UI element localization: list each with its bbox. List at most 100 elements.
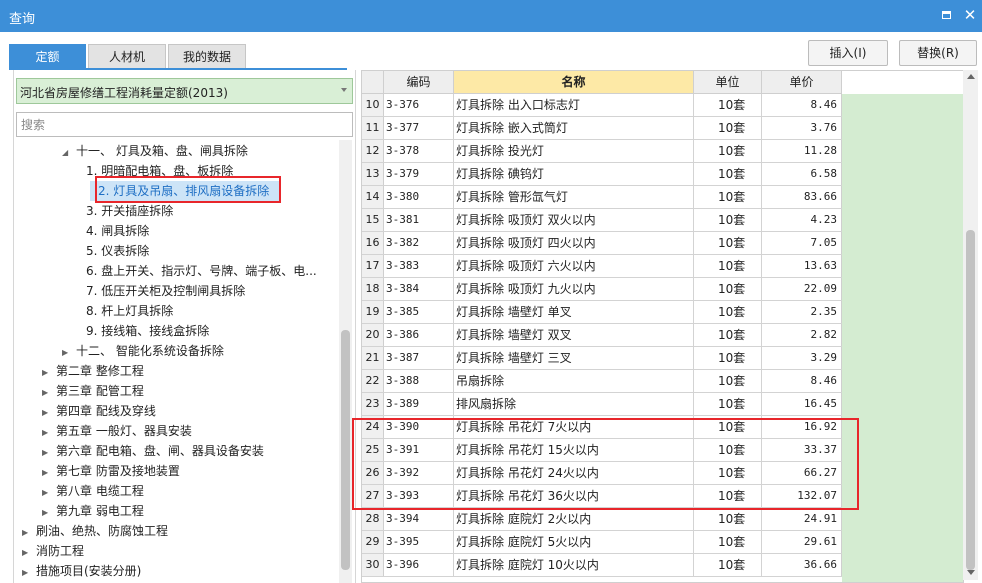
table-row[interactable]: 16 3-382 灯具拆除 吸顶灯 四火以内 10套 7.05 [362, 232, 842, 255]
replace-button[interactable]: 替换(R) [899, 40, 977, 66]
table-row[interactable]: 19 3-385 灯具拆除 墙壁灯 单叉 10套 2.35 [362, 301, 842, 324]
tree-node[interactable]: ▶ 刷油、绝热、防腐蚀工程 [22, 521, 168, 541]
cell-unit: 10套 [694, 324, 762, 346]
table-row[interactable]: 13 3-379 灯具拆除 碘钨灯 10套 6.58 [362, 163, 842, 186]
tab-labor-material-machine[interactable]: 人材机 [88, 44, 166, 69]
cell-unit: 10套 [694, 554, 762, 576]
table-row[interactable]: 17 3-383 灯具拆除 吸顶灯 六火以内 10套 13.63 [362, 255, 842, 278]
tree-scrollbar-thumb[interactable] [341, 330, 350, 570]
cell-name: 灯具拆除 墙壁灯 单叉 [454, 301, 694, 323]
cell-code: 3-396 [384, 554, 454, 576]
cell-code: 3-387 [384, 347, 454, 369]
collapsed-arrow-icon[interactable]: ▶ [42, 423, 56, 443]
quota-book-select[interactable]: 河北省房屋修缮工程消耗量定额(2013) [16, 78, 353, 104]
table-row[interactable]: 22 3-388 吊扇拆除 10套 8.46 [362, 370, 842, 393]
tree-node[interactable]: 8. 杆上灯具拆除 [86, 301, 173, 321]
cell-name: 排风扇拆除 [454, 393, 694, 415]
table-row[interactable]: 28 3-394 灯具拆除 庭院灯 2火以内 10套 24.91 [362, 508, 842, 531]
table-row[interactable]: 10 3-376 灯具拆除 出入口标志灯 10套 8.46 [362, 94, 842, 117]
cell-price: 36.66 [762, 554, 842, 576]
collapsed-arrow-icon[interactable]: ▶ [22, 523, 36, 543]
cell-name: 灯具拆除 庭院灯 10火以内 [454, 554, 694, 576]
tree-node[interactable]: 7. 低压开关柜及控制闸具拆除 [86, 281, 245, 301]
collapsed-arrow-icon[interactable]: ▶ [42, 503, 56, 523]
grid-scrollbar-thumb[interactable] [966, 230, 975, 570]
table-row[interactable]: 27 3-393 灯具拆除 吊花灯 36火以内 10套 132.07 [362, 485, 842, 508]
tree-node[interactable]: ▶ 第二章 整修工程 [42, 361, 144, 381]
collapsed-arrow-icon[interactable]: ▶ [42, 483, 56, 503]
collapsed-arrow-icon[interactable]: ▶ [22, 563, 36, 583]
tree-node[interactable]: ▶ 第八章 电缆工程 [42, 481, 144, 501]
row-index: 30 [362, 554, 384, 576]
tree-node[interactable]: 6. 盘上开关、指示灯、号牌、端子板、电... [86, 261, 317, 281]
tree-node-label: 第四章 配线及穿线 [56, 404, 156, 418]
tree-node-label: 第七章 防雷及接地装置 [56, 464, 180, 478]
table-row[interactable]: 30 3-396 灯具拆除 庭院灯 10火以内 10套 36.66 [362, 554, 842, 577]
table-row[interactable]: 14 3-380 灯具拆除 管形氙气灯 10套 83.66 [362, 186, 842, 209]
collapsed-arrow-icon[interactable]: ▶ [42, 383, 56, 403]
tab-my-data[interactable]: 我的数据 [168, 44, 246, 69]
table-row[interactable]: 15 3-381 灯具拆除 吸顶灯 双火以内 10套 4.23 [362, 209, 842, 232]
tree-node[interactable]: 2. 灯具及吊扇、排风扇设备拆除 [90, 181, 280, 201]
tree-node[interactable]: ▶ 消防工程 [22, 541, 84, 561]
cell-unit: 10套 [694, 439, 762, 461]
cell-code: 3-388 [384, 370, 454, 392]
collapsed-arrow-icon[interactable]: ▶ [42, 363, 56, 383]
expanded-arrow-icon[interactable]: ◢ [62, 143, 76, 163]
tree-node[interactable]: 9. 接线箱、接线盒拆除 [86, 321, 209, 341]
tree-node[interactable]: ◢ 十一、 灯具及箱、盘、闸具拆除 [62, 141, 248, 161]
tree-node-label: 第八章 电缆工程 [56, 484, 144, 498]
collapsed-arrow-icon[interactable]: ▶ [42, 403, 56, 423]
search-input[interactable] [16, 112, 353, 137]
scroll-down-icon[interactable] [967, 570, 975, 575]
tree-node[interactable]: ▶ 措施项目(安装分册) [22, 561, 141, 581]
collapsed-arrow-icon[interactable]: ▶ [22, 543, 36, 563]
header-unit[interactable]: 单位 [694, 71, 762, 94]
tree-node[interactable]: ▶ 第七章 防雷及接地装置 [42, 461, 180, 481]
tree-node[interactable]: ▶ 第九章 弱电工程 [42, 501, 144, 521]
tab-quota[interactable]: 定额 [9, 44, 86, 69]
table-row[interactable]: 25 3-391 灯具拆除 吊花灯 15火以内 10套 33.37 [362, 439, 842, 462]
collapsed-arrow-icon[interactable]: ▶ [42, 463, 56, 483]
row-index: 26 [362, 462, 384, 484]
tree-node[interactable]: ▶ 第四章 配线及穿线 [42, 401, 156, 421]
tree-node-label: 第五章 一般灯、器具安装 [56, 424, 192, 438]
cell-name: 灯具拆除 庭院灯 2火以内 [454, 508, 694, 530]
tree-node-label: 4. 闸具拆除 [86, 224, 150, 238]
tree-node[interactable]: ▶ 第五章 一般灯、器具安装 [42, 421, 192, 441]
table-row[interactable]: 23 3-389 排风扇拆除 10套 16.45 [362, 393, 842, 416]
tree-node[interactable]: ▶ 第六章 配电箱、盘、闸、器具设备安装 [42, 441, 264, 461]
row-index: 18 [362, 278, 384, 300]
header-name[interactable]: 名称 [454, 71, 694, 94]
table-row[interactable]: 11 3-377 灯具拆除 嵌入式筒灯 10套 3.76 [362, 117, 842, 140]
collapsed-arrow-icon[interactable]: ▶ [62, 343, 76, 363]
tree-node[interactable]: ▶ 十二、 智能化系统设备拆除 [62, 341, 224, 361]
table-row[interactable]: 20 3-386 灯具拆除 墙壁灯 双叉 10套 2.82 [362, 324, 842, 347]
table-row[interactable]: 12 3-378 灯具拆除 投光灯 10套 11.28 [362, 140, 842, 163]
collapsed-arrow-icon[interactable]: ▶ [42, 443, 56, 463]
table-row[interactable]: 24 3-390 灯具拆除 吊花灯 7火以内 10套 16.92 [362, 416, 842, 439]
table-row[interactable]: 29 3-395 灯具拆除 庭院灯 5火以内 10套 29.61 [362, 531, 842, 554]
cell-code: 3-381 [384, 209, 454, 231]
cell-price: 29.61 [762, 531, 842, 553]
grid-scrollbar[interactable] [963, 70, 978, 580]
tree-node[interactable]: 3. 开关插座拆除 [86, 201, 173, 221]
header-code[interactable]: 编码 [384, 71, 454, 94]
table-row[interactable]: 26 3-392 灯具拆除 吊花灯 24火以内 10套 66.27 [362, 462, 842, 485]
table-row[interactable]: 18 3-384 灯具拆除 吸顶灯 九火以内 10套 22.09 [362, 278, 842, 301]
close-icon[interactable]: ✕ [962, 7, 978, 23]
cell-price: 7.05 [762, 232, 842, 254]
tree-node[interactable]: 1. 明暗配电箱、盘、板拆除 [86, 161, 233, 181]
scroll-up-icon[interactable] [967, 74, 975, 79]
table-row[interactable]: 21 3-387 灯具拆除 墙壁灯 三叉 10套 3.29 [362, 347, 842, 370]
row-index: 14 [362, 186, 384, 208]
tree-node[interactable]: 5. 仪表拆除 [86, 241, 149, 261]
tree-node[interactable]: ▶ 第三章 配管工程 [42, 381, 144, 401]
cell-name: 灯具拆除 吊花灯 24火以内 [454, 462, 694, 484]
maximize-icon[interactable] [938, 7, 954, 23]
tree-node[interactable]: 4. 闸具拆除 [86, 221, 149, 241]
tree-node-label: 第二章 整修工程 [56, 364, 144, 378]
header-price[interactable]: 单价 [762, 71, 842, 94]
tree-scrollbar[interactable] [339, 140, 352, 583]
insert-button[interactable]: 插入(I) [808, 40, 888, 66]
